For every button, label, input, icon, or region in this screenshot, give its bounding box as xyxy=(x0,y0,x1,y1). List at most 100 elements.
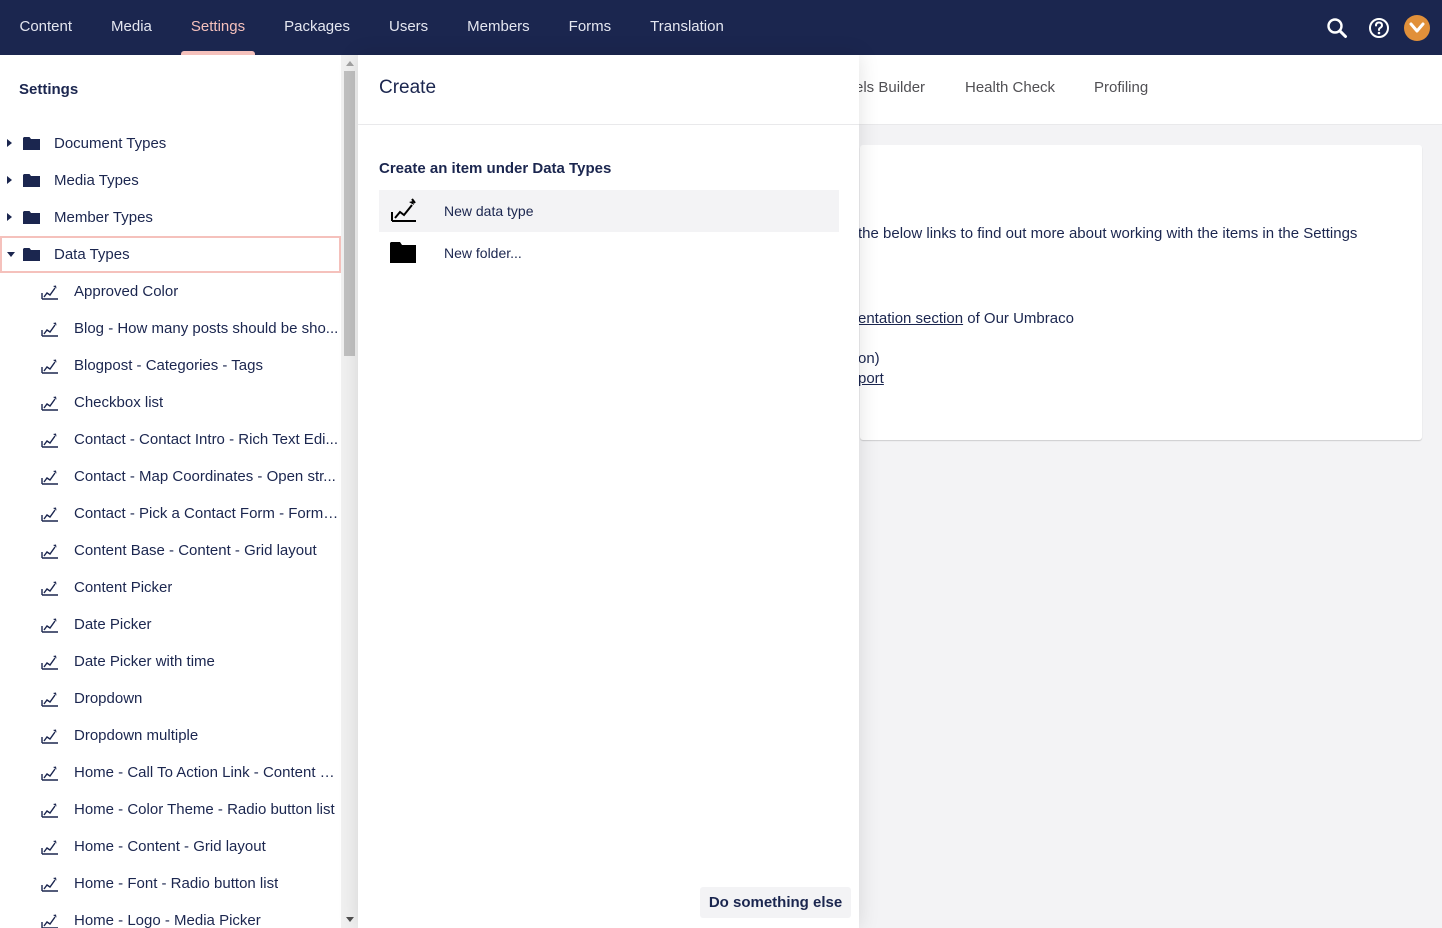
data-type-icon xyxy=(41,469,59,489)
folder-icon xyxy=(23,173,40,191)
tree-item-label: Dropdown multiple xyxy=(74,727,199,744)
create-header: Create xyxy=(358,55,859,125)
tree-item-label: Home - Font - Radio button list xyxy=(74,875,279,892)
tree-item-data-type[interactable]: Content Base - Content - Grid layout xyxy=(0,532,341,569)
tree-item-label: Dropdown xyxy=(74,690,143,707)
tree-item-data-type[interactable]: Contact - Contact Intro - Rich Text Edi.… xyxy=(0,421,341,458)
new-data-type-option[interactable]: New data type xyxy=(379,190,839,232)
scroll-up-icon[interactable] xyxy=(346,61,354,66)
folder-icon xyxy=(390,240,416,268)
folder-icon xyxy=(23,247,40,265)
do-something-else-button[interactable]: Do something else xyxy=(700,887,851,918)
sidebar-scrollbar[interactable] xyxy=(341,55,358,928)
dialog-subtitle: Create an item under Data Types xyxy=(379,160,612,177)
new-folder-option[interactable]: New folder... xyxy=(379,232,839,274)
data-type-icon xyxy=(41,580,59,600)
tree-item-label: Contact - Contact Intro - Rich Text Edi.… xyxy=(74,431,338,448)
tree-item-label: Home - Color Theme - Radio button list xyxy=(74,801,335,818)
tree-item-label: Home - Logo - Media Picker xyxy=(74,912,261,928)
tree-item-data-type[interactable]: Date Picker xyxy=(0,606,341,643)
tab-health-check[interactable]: Health Check xyxy=(965,79,1055,96)
data-type-icon xyxy=(41,284,59,304)
nav-settings[interactable]: Settings xyxy=(171,0,264,55)
tree-item-label: Home - Content - Grid layout xyxy=(74,838,266,855)
tree-item-label: Blog - How many posts should be sho... xyxy=(74,320,339,337)
tree-item-data-type[interactable]: Contact - Map Coordinates - Open str... xyxy=(0,458,341,495)
tree-item-data-type[interactable]: Date Picker with time xyxy=(0,643,341,680)
tree-item-data-type[interactable]: Home - Logo - Media Picker xyxy=(0,902,341,928)
nav-media[interactable]: Media xyxy=(92,0,172,55)
tab-models-builder[interactable]: els Builder xyxy=(855,79,925,96)
data-type-icon xyxy=(41,802,59,822)
nav-users[interactable]: Users xyxy=(369,0,447,55)
scroll-down-icon[interactable] xyxy=(346,917,354,922)
tree-item-data-type[interactable]: Content Picker xyxy=(0,569,341,606)
tree-item-data-type[interactable]: Home - Content - Grid layout xyxy=(0,828,341,865)
data-type-icon xyxy=(41,432,59,452)
data-type-icon xyxy=(41,654,59,674)
nav-content[interactable]: Content xyxy=(0,0,92,55)
settings-tree-sidebar: Settings Document Types Media Types Memb… xyxy=(0,55,358,928)
nav-members[interactable]: Members xyxy=(448,0,550,55)
tree-item-label: Contact - Pick a Contact Form - Form ... xyxy=(74,505,339,522)
tree-item-label: Member Types xyxy=(54,209,153,226)
top-actions xyxy=(1316,0,1442,55)
data-type-icon xyxy=(41,543,59,563)
data-type-icon xyxy=(41,876,59,896)
user-avatar[interactable] xyxy=(1400,0,1442,55)
welcome-line: the below links to find out more about w… xyxy=(858,225,1358,242)
sidebar-title: Settings xyxy=(19,81,79,98)
option-label: New data type xyxy=(444,203,534,219)
tree-item-label: Home - Call To Action Link - Content P..… xyxy=(74,764,339,781)
nav-forms[interactable]: Forms xyxy=(549,0,631,55)
tree-item-member-types[interactable]: Member Types xyxy=(0,199,341,236)
welcome-text: the below links to find out more about w… xyxy=(858,225,1357,242)
data-type-icon xyxy=(41,506,59,526)
tree-item-data-type[interactable]: Contact - Pick a Contact Form - Form ... xyxy=(0,495,341,532)
welcome-panel: the below links to find out more about w… xyxy=(858,145,1422,440)
tree-item-document-types[interactable]: Document Types xyxy=(0,125,341,162)
tree-item-data-type[interactable]: Approved Color xyxy=(0,273,341,310)
tree-item-label: Content Base - Content - Grid layout xyxy=(74,542,317,559)
tree-item-data-type[interactable]: Checkbox list xyxy=(0,384,341,421)
data-type-icon xyxy=(41,395,59,415)
search-icon[interactable] xyxy=(1316,0,1358,55)
section-nav: Content Media Settings Packages Users Me… xyxy=(0,0,743,55)
expand-caret-icon[interactable] xyxy=(7,213,12,221)
tree-item-data-type[interactable]: Blog - How many posts should be sho... xyxy=(0,310,341,347)
nav-translation[interactable]: Translation xyxy=(631,0,744,55)
documentation-link[interactable]: entation section xyxy=(858,310,963,327)
data-types-list: Approved Color Blog - How many posts shou… xyxy=(0,273,341,928)
data-type-icon xyxy=(41,765,59,785)
nav-packages[interactable]: Packages xyxy=(265,0,370,55)
avatar xyxy=(1404,14,1430,41)
tree-item-data-types[interactable]: Data Types xyxy=(0,236,341,273)
tree-item-data-type[interactable]: Home - Call To Action Link - Content P..… xyxy=(0,754,341,791)
forum-line: on) xyxy=(858,350,880,367)
data-type-icon xyxy=(41,617,59,637)
tree-item-data-type[interactable]: Dropdown multiple xyxy=(0,717,341,754)
expand-caret-icon[interactable] xyxy=(7,139,12,147)
top-bar: Content Media Settings Packages Users Me… xyxy=(0,0,1442,55)
expand-caret-icon[interactable] xyxy=(7,176,12,184)
tree-item-label: Date Picker with time xyxy=(74,653,215,670)
data-type-icon xyxy=(41,913,59,928)
option-label: New folder... xyxy=(444,245,522,261)
help-icon[interactable] xyxy=(1358,0,1400,55)
create-dialog: Create Create an item under Data Types N… xyxy=(358,55,859,928)
dialog-title: Create xyxy=(379,77,437,98)
scroll-thumb[interactable] xyxy=(344,71,355,356)
tree-item-data-type[interactable]: Blogpost - Categories - Tags xyxy=(0,347,341,384)
tab-profiling[interactable]: Profiling xyxy=(1094,79,1148,96)
docs-line: entation section of Our Umbraco xyxy=(858,310,1074,327)
tree-item-media-types[interactable]: Media Types xyxy=(0,162,341,199)
tree-item-data-type[interactable]: Home - Font - Radio button list xyxy=(0,865,341,902)
support-link[interactable]: port xyxy=(858,370,884,387)
tree-item-data-type[interactable]: Home - Color Theme - Radio button list xyxy=(0,791,341,828)
data-type-icon xyxy=(41,691,59,711)
data-type-icon xyxy=(41,728,59,748)
tree-item-data-type[interactable]: Dropdown xyxy=(0,680,341,717)
tree-item-label: Content Picker xyxy=(74,579,173,596)
tree-item-label: Media Types xyxy=(54,172,139,189)
collapse-caret-icon[interactable] xyxy=(7,252,15,257)
